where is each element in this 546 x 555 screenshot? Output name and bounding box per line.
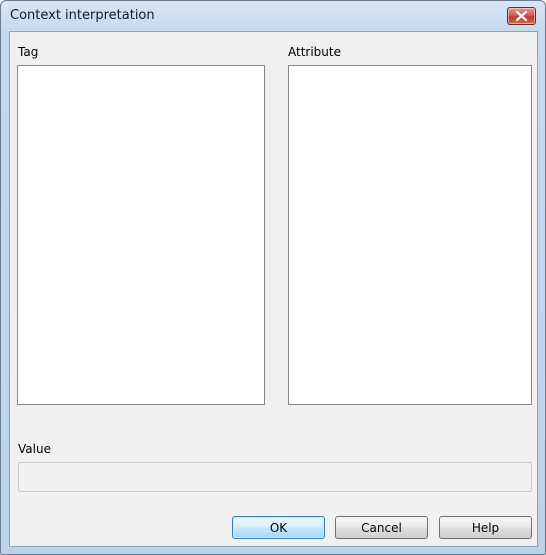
close-icon xyxy=(516,11,527,21)
help-button[interactable]: Help xyxy=(439,516,532,539)
dialog-window: Context interpretation Tag Attribute Val… xyxy=(0,0,546,555)
close-button[interactable] xyxy=(507,7,536,25)
cancel-button[interactable]: Cancel xyxy=(335,516,428,539)
title-bar[interactable]: Context interpretation xyxy=(1,1,545,31)
tag-listbox[interactable] xyxy=(17,65,265,405)
dialog-client-area: Tag Attribute Value OK Cancel Help xyxy=(9,31,538,547)
value-field[interactable] xyxy=(18,462,532,492)
attribute-label: Attribute xyxy=(288,45,341,59)
attribute-listbox[interactable] xyxy=(288,65,532,405)
window-title: Context interpretation xyxy=(10,8,155,23)
value-label: Value xyxy=(18,442,51,456)
tag-label: Tag xyxy=(18,45,39,59)
ok-button[interactable]: OK xyxy=(232,516,325,539)
